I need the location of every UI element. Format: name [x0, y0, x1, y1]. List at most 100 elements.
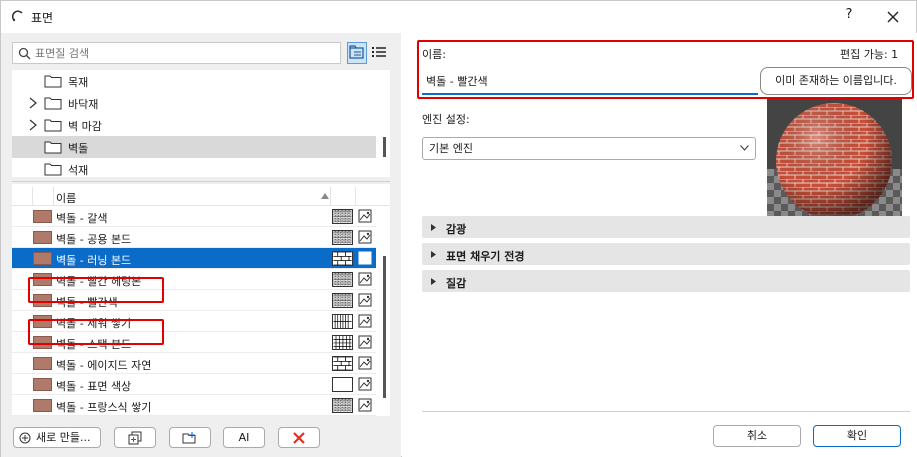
list-view-button[interactable]	[370, 42, 390, 64]
table-row[interactable]: 벽돌 - 세워 쌓기	[12, 311, 376, 332]
name-exists-tooltip: 이미 존재하는 이름입니다.	[760, 67, 912, 95]
ok-button[interactable]: 확인	[813, 425, 901, 447]
surface-name: 벽돌 - 갈색	[56, 212, 108, 225]
expand-arrow-icon	[431, 224, 436, 231]
search-icon	[18, 47, 31, 60]
new-folder-icon	[182, 432, 196, 444]
rename-icon: AI	[238, 431, 250, 444]
sort-ascending-icon	[321, 193, 329, 199]
texture-image-icon	[358, 230, 372, 244]
surface-list: 이름 벽돌 - 갈색벽돌 - 공용 본드벽돌 - 러닝 본드벽돌 - 빨간 헤링…	[12, 184, 390, 416]
library-toolbar: 새로 만들... AI	[1, 422, 401, 457]
color-swatch	[33, 399, 52, 412]
color-swatch	[33, 294, 52, 307]
fill-pattern-icon	[332, 356, 353, 371]
folder-item[interactable]: 바닥재	[12, 92, 376, 114]
duplicate-icon	[128, 431, 142, 445]
folder-item[interactable]: 석재	[12, 158, 376, 177]
fill-pattern-icon	[332, 314, 353, 329]
folder-item[interactable]: 목재	[12, 70, 376, 92]
collapsible-section[interactable]: 감광	[422, 216, 910, 238]
engine-select[interactable]: 기본 엔진	[422, 137, 756, 160]
column-name-header[interactable]: 이름	[56, 190, 76, 206]
folder-icon	[44, 141, 62, 154]
table-row[interactable]: 벽돌 - 표면 색상	[12, 374, 376, 395]
folder-label: 벽돌	[68, 142, 89, 155]
folder-item[interactable]: 벽돌	[12, 136, 376, 158]
table-row[interactable]: 벽돌 - 프랑스식 쌓기	[12, 395, 376, 416]
fill-pattern-icon	[332, 209, 353, 224]
folder-view-button[interactable]	[347, 42, 367, 64]
engine-value: 기본 엔진	[429, 142, 473, 155]
color-swatch	[33, 336, 52, 349]
cancel-button[interactable]: 취소	[713, 425, 801, 447]
folder-label: 석재	[68, 164, 89, 177]
folder-icon	[44, 75, 62, 88]
name-label: 이름:	[422, 48, 446, 61]
texture-image-icon	[358, 272, 372, 286]
collapsible-section[interactable]: 질감	[422, 270, 910, 292]
fill-pattern-icon	[332, 251, 353, 266]
rename-button[interactable]: AI	[223, 427, 265, 448]
texture-image-icon	[358, 398, 372, 412]
column-separator	[53, 187, 54, 206]
help-button[interactable]: ?	[839, 7, 859, 22]
surface-name: 벽돌 - 러닝 본드	[56, 254, 132, 267]
expand-arrow-icon	[431, 251, 436, 258]
texture-image-icon	[358, 251, 372, 265]
column-separator	[355, 187, 356, 206]
name-field[interactable]: 벽돌 - 빨간색	[422, 71, 758, 95]
folder-icon	[44, 119, 62, 132]
expand-arrow-icon	[431, 278, 436, 285]
column-separator	[32, 187, 33, 206]
collapsible-section[interactable]: 표면 채우기 전경	[422, 243, 910, 265]
color-swatch	[33, 273, 52, 286]
folder-item[interactable]: 벽 마감	[12, 114, 376, 136]
fill-pattern-icon	[332, 335, 353, 350]
surface-name: 벽돌 - 프랑스식 쌓기	[56, 401, 152, 414]
table-row[interactable]: 벽돌 - 에이지드 자연	[12, 353, 376, 374]
chevron-right-icon[interactable]	[28, 97, 38, 109]
plus-circle-icon	[19, 432, 31, 444]
fill-pattern-icon	[332, 293, 353, 308]
table-row[interactable]: 벽돌 - 빨간색	[12, 290, 376, 311]
surface-name: 벽돌 - 스택 본드	[56, 338, 132, 351]
editable-count: 편집 가능: 1	[840, 48, 899, 61]
folder-label: 벽 마감	[68, 120, 102, 133]
folder-icon	[44, 163, 62, 176]
new-folder-button[interactable]	[169, 427, 211, 448]
folder-icon	[44, 97, 62, 110]
table-row[interactable]: 벽돌 - 갈색	[12, 206, 376, 227]
folder-tree-scrollbar[interactable]	[383, 137, 386, 157]
texture-image-icon	[358, 356, 372, 370]
window-title: 표면	[31, 11, 54, 25]
new-surface-label: 새로 만들...	[36, 431, 91, 444]
search-box[interactable]	[12, 42, 341, 64]
fill-pattern-icon	[332, 377, 353, 392]
table-row[interactable]: 벽돌 - 빨간 헤링본	[12, 269, 376, 290]
texture-image-icon	[358, 314, 372, 328]
close-icon[interactable]	[883, 7, 903, 27]
texture-image-icon	[358, 293, 372, 307]
color-swatch	[33, 315, 52, 328]
surfaces-dialog: 표면 ? 목재바닥재벽 마감벽돌석재 이름 벽돌 - 갈색 벽돌	[0, 0, 917, 457]
search-input[interactable]	[35, 45, 335, 61]
folder-label: 바닥재	[68, 98, 99, 111]
delete-icon	[293, 432, 305, 444]
surface-name: 벽돌 - 세워 쌓기	[56, 317, 132, 330]
texture-image-icon	[358, 209, 372, 223]
table-row[interactable]: 벽돌 - 스택 본드	[12, 332, 376, 353]
chevron-down-icon	[740, 145, 749, 151]
table-row[interactable]: 벽돌 - 공용 본드	[12, 227, 376, 248]
section-label: 감광	[446, 223, 467, 236]
color-swatch	[33, 210, 52, 223]
list-scrollbar[interactable]	[383, 256, 386, 398]
new-surface-button[interactable]: 새로 만들...	[13, 427, 101, 448]
duplicate-button[interactable]	[114, 427, 156, 448]
texture-image-icon	[358, 335, 372, 349]
fill-pattern-icon	[332, 398, 353, 413]
surface-name: 벽돌 - 빨간색	[56, 296, 118, 309]
table-row[interactable]: 벽돌 - 러닝 본드	[12, 248, 376, 269]
chevron-right-icon[interactable]	[28, 119, 38, 131]
delete-button[interactable]	[278, 427, 320, 448]
